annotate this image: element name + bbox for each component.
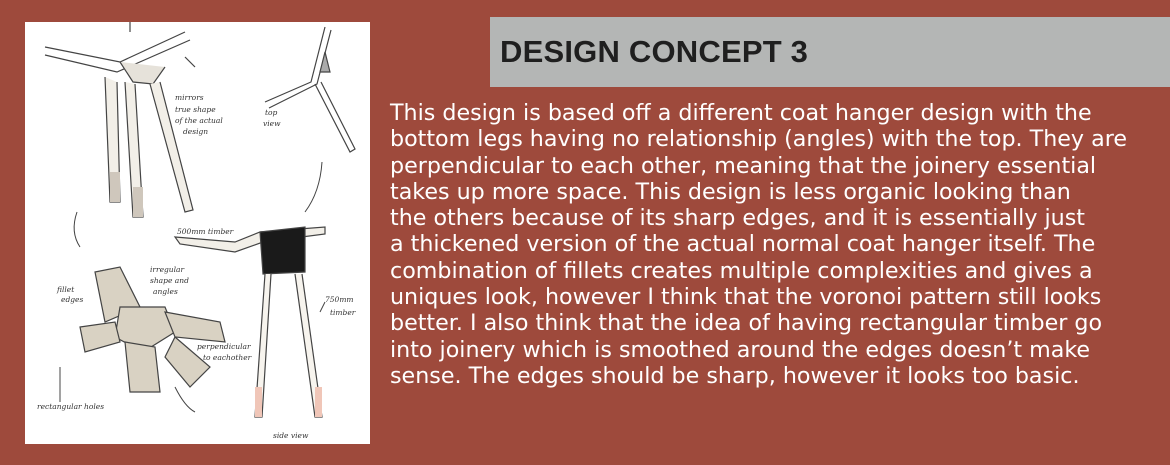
annotation-side-view: side view [273,431,309,440]
annotation-irregular: irregular [150,265,185,274]
top-view-sketch [264,26,356,153]
page-title: DESIGN CONCEPT 3 [500,34,809,69]
paragraph-line: takes up more space. This design is less… [390,178,1071,205]
annotation-rectangular-holes: rectangular holes [37,402,104,411]
annotation-shape-and: shape and [150,276,189,285]
paragraph-line: sense. The edges should be sharp, howeve… [390,362,1080,389]
annotation-750mm: 750mm [325,295,354,304]
annotation-edges: edges [61,295,83,304]
annotation-500mm-timber: 500mm timber [177,227,234,236]
fillet-joint-sketch [79,266,226,393]
annotation-timber: timber [330,308,356,317]
title-bar: DESIGN CONCEPT 3 [490,17,1170,87]
annotation-of-the-actual: of the actual [175,116,223,125]
paragraph-line: uniques look, however I think that the v… [390,284,1102,311]
annotation-true-shape: true shape [175,105,216,114]
concept-sketch-drawing: mirrors true shape of the actual design … [37,22,356,440]
paragraph-line: into joinery which is smoothed around th… [390,336,1091,363]
paragraph-line: a thickened version of the actual normal… [390,231,1096,258]
annotation-perpendicular: perpendicular [197,342,251,351]
annotation-to-eachother: to eachother [203,353,252,362]
paragraph-line: perpendicular to each other, meaning tha… [390,152,1097,179]
paragraph-line: This design is based off a different coa… [390,100,1092,126]
paragraph-line: combination of fillets creates multiple … [390,257,1093,284]
paragraph-line: better. I also think that the idea of ha… [390,310,1103,337]
paragraph-line: the others because of its sharp edges, a… [390,205,1085,232]
annotation-top: top [265,108,278,117]
annotation-angles: angles [153,287,178,296]
perspective-hanger-sketch [44,22,196,218]
annotation-view: view [263,119,281,128]
paragraph-line: bottom legs having no relationship (angl… [390,126,1127,153]
sketch-image: mirrors true shape of the actual design … [25,22,370,444]
annotation-design: design [183,127,208,136]
description-paragraph: This design is based off a different coa… [390,100,1160,389]
annotation-mirrors: mirrors [175,93,204,102]
annotation-fillet: fillet [56,285,75,294]
